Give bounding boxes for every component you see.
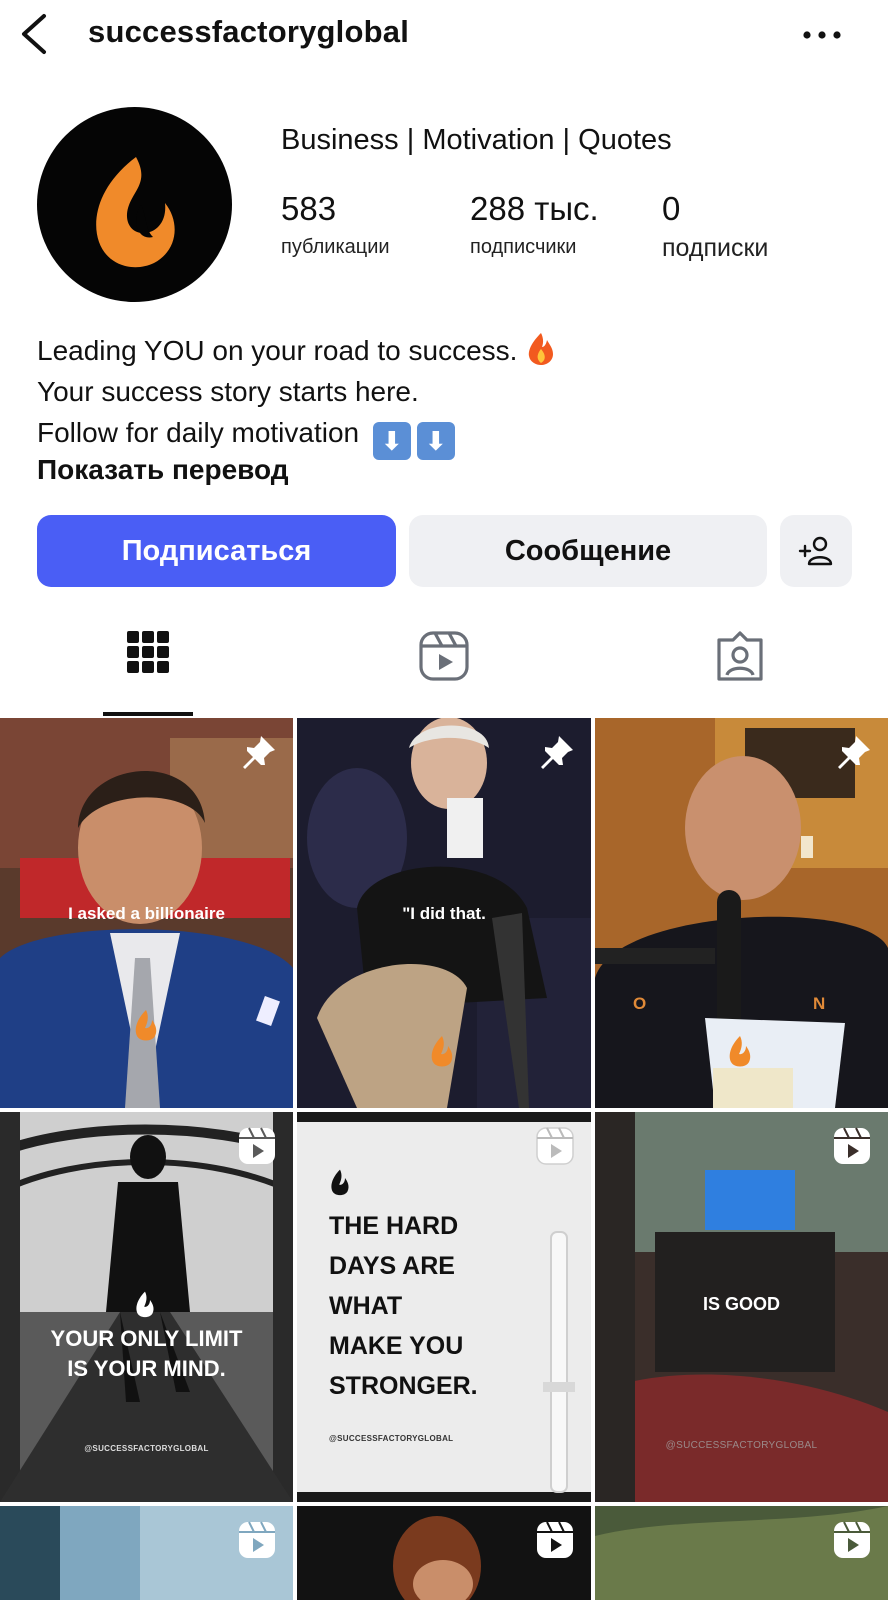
profile-display-name: Business | Motivation | Quotes [281,124,672,156]
suggest-people-button[interactable] [780,515,852,587]
reel-indicator-icon [834,1127,870,1164]
grid-post[interactable] [0,1506,293,1600]
stat-followers[interactable]: 288 тыс. подписчики [470,190,599,259]
grid-post[interactable]: "I did that. [297,718,591,1108]
profile-tabs [0,630,888,716]
stat-following-value: 0 [662,190,681,227]
reel-indicator-icon [239,1521,275,1558]
bio-line-text: Follow for daily motivation [37,417,360,448]
grid-post[interactable]: O N [595,718,888,1108]
bio-line: Your success story starts here. [37,376,419,407]
post-caption: I asked a billionaire [68,904,225,923]
flame-watermark-icon [136,1291,154,1318]
pinned-icon [838,736,870,769]
stat-posts[interactable]: 583 публикации [281,190,390,259]
active-tab-indicator [103,712,193,716]
grid-post[interactable] [595,1506,888,1600]
stat-following[interactable]: 0 подписки [662,190,768,263]
post-caption: YOUR ONLY LIMIT IS YOUR MIND. [50,1326,243,1381]
stat-followers-value: 288 тыс. [470,190,599,227]
tagged-icon [717,631,763,681]
grid-icon [127,631,169,673]
flame-watermark-icon [135,1010,157,1041]
more-options-icon[interactable] [800,18,844,52]
flame-watermark-icon [331,1169,349,1196]
shirt-letter: O [633,994,647,1013]
grid-post[interactable]: I asked a billionaire [0,718,293,1108]
grid-post[interactable]: THE HARD DAYS ARE WHAT MAKE YOU STRONGER… [297,1112,591,1502]
tab-tagged[interactable] [695,630,785,716]
add-person-icon [798,536,833,566]
show-translation-link[interactable]: Показать перевод [37,454,289,486]
posts-grid: I asked a billionaire "I did that. O N Y… [0,718,888,1600]
flame-logo-icon [96,157,175,268]
reel-indicator-icon [834,1521,870,1558]
reel-indicator-icon [536,1127,574,1165]
stat-following-label: подписки [662,234,769,262]
post-caption: THE HARD DAYS ARE WHAT MAKE YOU STRONGER… [329,1212,478,1400]
profile-username: successfactoryglobal [88,14,410,49]
shirt-letter: N [813,994,826,1013]
fire-emoji-icon [529,333,554,365]
pinned-icon [243,736,275,769]
post-caption: IS GOOD [702,1294,780,1314]
reel-indicator-icon [239,1127,275,1164]
flame-watermark-icon [431,1036,453,1067]
pinned-icon [541,736,573,769]
post-watermark: @SUCCESSFACTORYGLOBAL [329,1434,454,1443]
top-bar: successfactoryglobal [0,0,888,70]
back-arrow-icon[interactable] [16,12,56,56]
post-caption: "I did that. [402,904,486,923]
reel-indicator-icon [537,1521,573,1558]
message-button[interactable]: Сообщение [409,515,767,587]
profile-avatar[interactable] [37,107,232,302]
stat-posts-value: 583 [281,190,337,227]
bio-line-text: Leading YOU on your road to success. [37,335,518,366]
post-watermark: @SUCCESSFACTORYGLOBAL [84,1444,209,1453]
stat-posts-label: публикации [281,236,390,258]
tab-posts[interactable] [103,630,193,716]
stat-followers-label: подписчики [470,236,577,258]
reels-icon [419,631,469,681]
down-arrow-emoji-icon: ⬇ [372,422,411,460]
bio-line: Leading YOU on your road to success. [37,330,555,371]
grid-post[interactable]: YOUR ONLY LIMIT IS YOUR MIND. @SUCCESSFA… [0,1112,293,1502]
tab-reels[interactable] [399,630,489,716]
bio-line: Follow for daily motivation ⬇ ⬇ [37,412,555,460]
down-arrow-emoji-icon: ⬇ [416,422,455,460]
grid-post[interactable] [297,1506,591,1600]
profile-bio: Leading YOU on your road to success. You… [37,330,555,460]
follow-button[interactable]: Подписаться [37,515,396,587]
grid-post[interactable]: IS GOOD @SUCCESSFACTORYGLOBAL [595,1112,888,1502]
flame-watermark-icon [729,1036,751,1067]
post-watermark: @SUCCESSFACTORYGLOBAL [665,1440,818,1451]
